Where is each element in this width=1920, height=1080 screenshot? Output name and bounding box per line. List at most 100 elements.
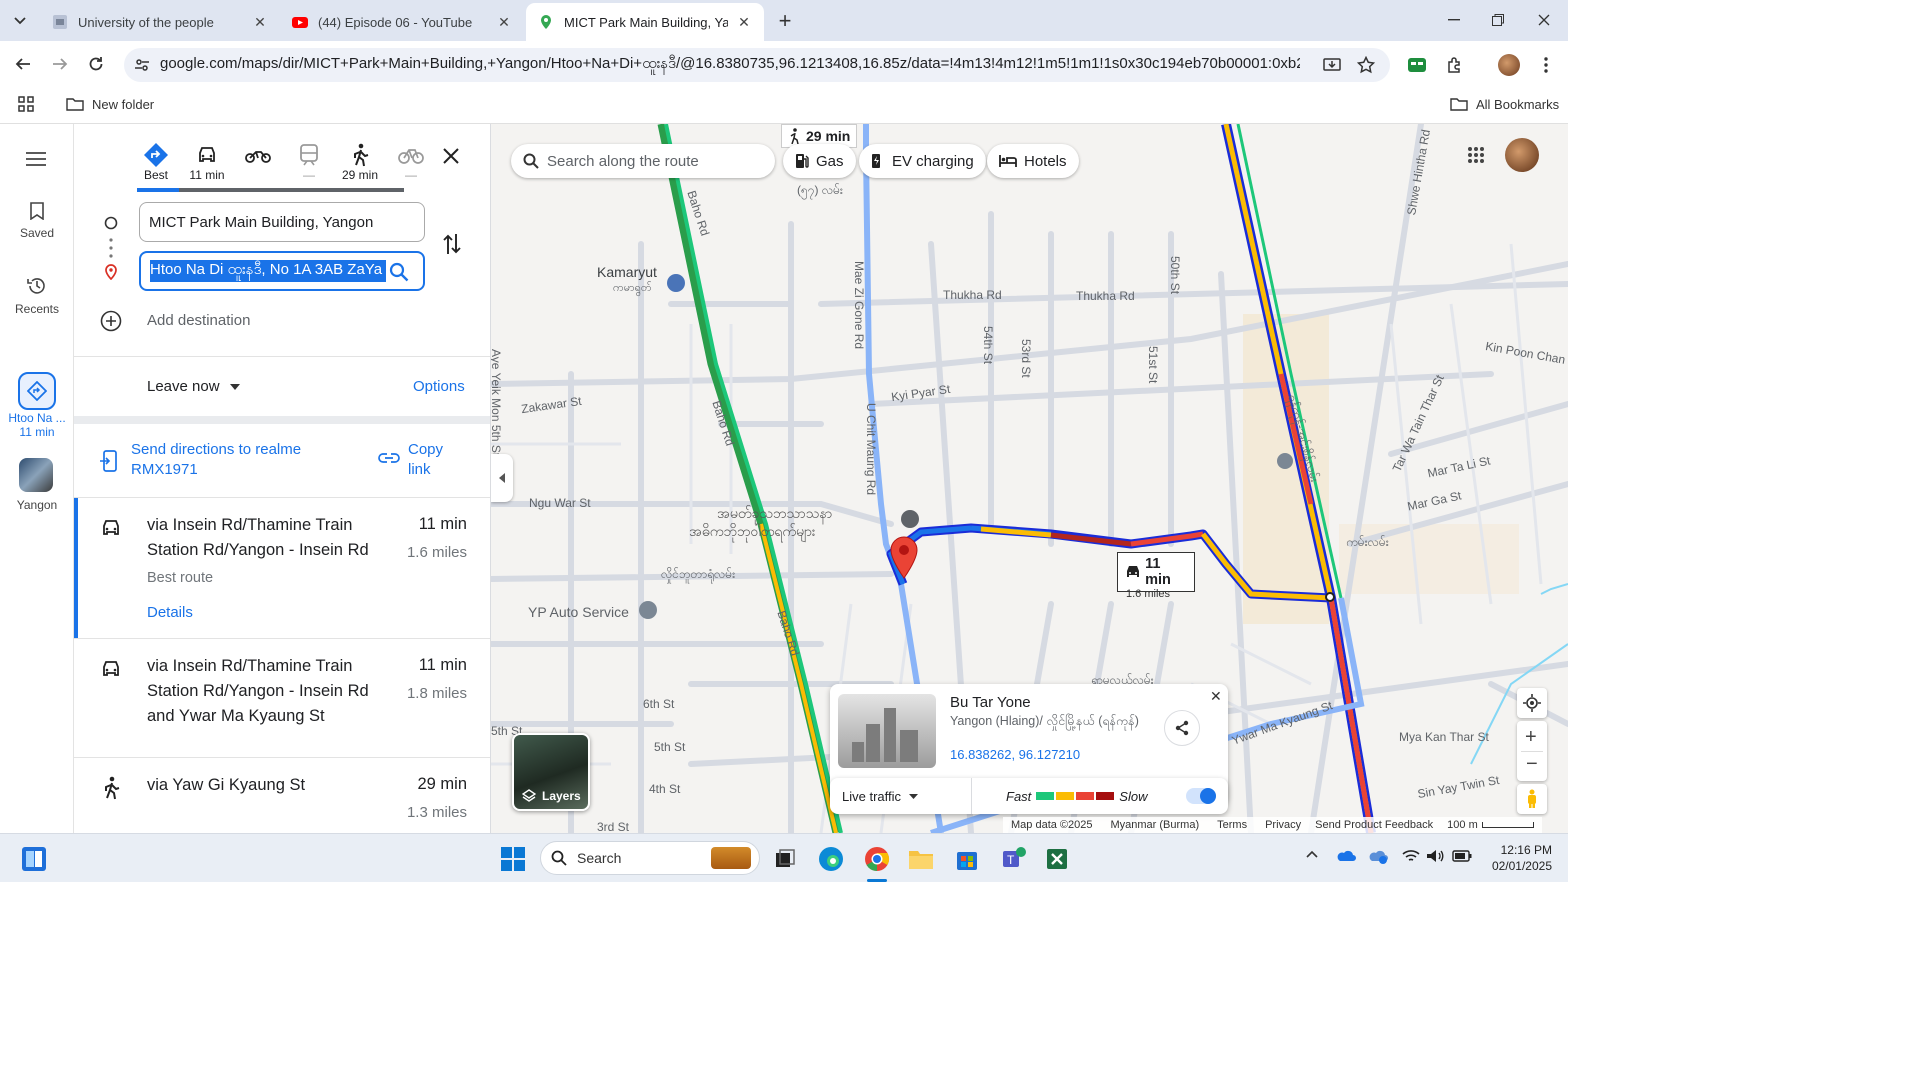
origin-marker[interactable] — [1325, 592, 1335, 602]
train-station-icon[interactable] — [667, 274, 685, 292]
collapse-panel-button[interactable] — [491, 454, 513, 502]
museum-icon[interactable] — [901, 510, 919, 528]
apps-grid-icon[interactable] — [18, 96, 34, 112]
chip-ev-charging[interactable]: EV charging — [859, 144, 986, 178]
close-icon[interactable]: ✕ — [736, 14, 752, 31]
swap-icon[interactable] — [442, 232, 462, 256]
destination-marker[interactable] — [889, 536, 919, 580]
tray-chevron-up-icon[interactable] — [1306, 850, 1318, 858]
place-coordinates[interactable]: 16.838262, 96.127210 — [950, 747, 1080, 762]
route-option-3[interactable]: via Yaw Gi Kyaung St 29 min 1.3 miles — [74, 758, 490, 833]
minimize-button[interactable] — [1442, 8, 1466, 32]
extension-green-icon[interactable] — [1401, 49, 1433, 81]
map-region[interactable]: Myanmar (Burma) — [1111, 819, 1200, 831]
mode-motorbike[interactable] — [236, 142, 280, 190]
route-option-1[interactable]: via Insein Rd/Thamine Train Station Rd/Y… — [74, 498, 490, 638]
start-button[interactable] — [496, 842, 530, 876]
rail-recents[interactable]: Recents — [0, 276, 74, 316]
onedrive-sync-icon[interactable] — [1368, 848, 1388, 864]
map-label-yp-auto[interactable]: YP Auto Service — [528, 604, 629, 620]
site-info-icon[interactable] — [134, 57, 150, 73]
send-to-phone-icon[interactable] — [100, 450, 118, 472]
mode-best[interactable]: Best — [134, 142, 178, 190]
options-button[interactable]: Options — [413, 378, 465, 395]
chip-gas[interactable]: Gas — [783, 144, 856, 178]
privacy-link[interactable]: Privacy — [1265, 819, 1301, 831]
install-app-icon[interactable] — [1316, 49, 1348, 81]
chrome-icon[interactable] — [860, 842, 894, 876]
poi-icon[interactable] — [639, 601, 657, 619]
mode-cycling[interactable]: — — [389, 142, 433, 190]
close-icon[interactable]: ✕ — [252, 14, 268, 31]
mode-driving[interactable]: 11 min — [185, 142, 229, 190]
account-avatar[interactable] — [1505, 138, 1539, 172]
close-directions-icon[interactable] — [443, 148, 459, 164]
link-icon[interactable] — [378, 452, 400, 464]
store-icon[interactable] — [950, 842, 984, 876]
bookmark-new-folder[interactable]: New folder — [66, 94, 154, 114]
bookmark-star-icon[interactable] — [1350, 49, 1382, 81]
excel-icon[interactable] — [1040, 842, 1074, 876]
tab-search-icon[interactable] — [8, 9, 32, 33]
destination-input[interactable]: Htoo Na Di ထူးနဒီ, No 1A 3AB ZaYa M — [139, 251, 425, 291]
forward-button[interactable] — [44, 48, 76, 80]
mode-walking[interactable]: 29 min — [338, 142, 382, 190]
live-traffic-dropdown[interactable]: Live traffic — [830, 778, 972, 814]
add-destination-label[interactable]: Add destination — [147, 312, 250, 329]
edge-icon[interactable] — [814, 842, 848, 876]
menu-hamburger-icon[interactable] — [26, 152, 46, 166]
terms-link[interactable]: Terms — [1217, 819, 1247, 831]
copy-link-button[interactable]: Copy link — [408, 440, 458, 480]
share-button[interactable] — [1164, 710, 1200, 746]
battery-icon[interactable] — [1452, 850, 1472, 862]
zoom-out-button[interactable]: − — [1526, 753, 1538, 776]
search-icon[interactable] — [389, 262, 409, 282]
search-along-route-input[interactable]: Search along the route — [511, 144, 775, 178]
origin-input[interactable]: MICT Park Main Building, Yangon — [139, 202, 425, 242]
extensions-puzzle-icon[interactable] — [1439, 49, 1471, 81]
task-view-icon[interactable] — [768, 842, 802, 876]
send-feedback-link[interactable]: Send Product Feedback — [1315, 819, 1433, 831]
close-window-button[interactable] — [1532, 8, 1556, 32]
tab-youtube[interactable]: (44) Episode 06 - YouTube ✕ — [280, 3, 524, 41]
route-time-callout[interactable]: 11 min 1.6 miles — [1117, 552, 1195, 600]
taskbar-search[interactable]: Search — [540, 841, 760, 875]
my-location-button[interactable] — [1517, 688, 1547, 718]
clock[interactable]: 12:16 PM 02/01/2025 — [1480, 842, 1552, 874]
traffic-toggle[interactable] — [1186, 788, 1216, 804]
tab-maps[interactable]: MICT Park Main Building, Yangon ✕ — [526, 3, 764, 41]
map-canvas[interactable]: Kamaryut ကမာရွတ် Thukha Rd Thukha Rd Kyi… — [491, 124, 1568, 833]
poi-marker-icon[interactable] — [1277, 453, 1293, 469]
details-button[interactable]: Details — [147, 604, 193, 621]
pegman-button[interactable] — [1517, 784, 1547, 814]
file-explorer-icon[interactable] — [904, 842, 938, 876]
wifi-icon[interactable] — [1402, 849, 1420, 863]
map-label-kamaryut[interactable]: Kamaryut — [597, 264, 657, 280]
chrome-menu-icon[interactable] — [1530, 49, 1562, 81]
all-bookmarks-button[interactable]: All Bookmarks — [1450, 94, 1559, 114]
google-apps-icon[interactable] — [1467, 146, 1485, 164]
send-directions-link[interactable]: Send directions to realme RMX1971 — [131, 440, 331, 480]
recent-directions-button[interactable] — [18, 372, 56, 410]
reload-button[interactable] — [80, 48, 112, 80]
back-button[interactable] — [7, 48, 39, 80]
add-destination-icon[interactable] — [100, 310, 122, 332]
rail-saved[interactable]: Saved — [0, 202, 74, 240]
chip-hotels[interactable]: Hotels — [987, 144, 1079, 178]
mode-transit[interactable]: — — [287, 142, 331, 190]
tab-university[interactable]: University of the people ✕ — [40, 3, 280, 41]
address-bar[interactable]: google.com/maps/dir/MICT+Park+Main+Build… — [124, 48, 1390, 82]
teams-icon[interactable]: T — [996, 842, 1030, 876]
onedrive-icon[interactable] — [1336, 848, 1356, 862]
new-tab-button[interactable]: + — [772, 8, 798, 34]
yangon-thumbnail[interactable] — [19, 458, 53, 492]
volume-icon[interactable] — [1426, 849, 1444, 863]
close-place-card-icon[interactable]: ✕ — [1210, 688, 1222, 705]
close-icon[interactable]: ✕ — [496, 14, 512, 31]
place-photo[interactable] — [838, 694, 936, 768]
route-option-2[interactable]: via Insein Rd/Thamine Train Station Rd/Y… — [74, 639, 490, 757]
zoom-in-button[interactable]: + — [1525, 726, 1537, 749]
scale-label[interactable]: 100 m — [1447, 819, 1478, 831]
restore-button[interactable] — [1486, 8, 1510, 32]
profile-avatar[interactable] — [1498, 54, 1520, 76]
